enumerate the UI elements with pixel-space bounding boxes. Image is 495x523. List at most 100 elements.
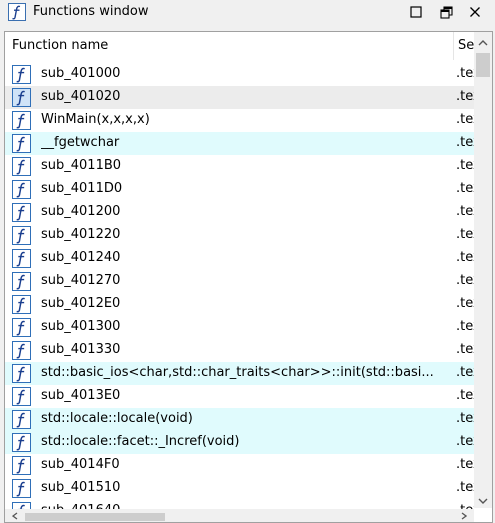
function-segment: .text — [456, 204, 474, 219]
function-segment: .text — [456, 181, 474, 196]
function-icon — [12, 65, 31, 84]
function-name: sub_401510 — [41, 480, 121, 495]
list-header: Function name Segment — [5, 32, 474, 60]
list-item[interactable]: sub_401200 .text — [5, 201, 474, 224]
column-header-segment[interactable]: Segment — [458, 38, 474, 53]
function-name: sub_401200 — [41, 204, 121, 219]
maximize-icon — [410, 6, 422, 18]
function-segment: .text — [456, 89, 474, 104]
function-name: std::locale::facet::_Incref(void) — [41, 434, 240, 449]
column-header-function-name[interactable]: Function name — [12, 38, 108, 53]
function-name: sub_401330 — [41, 342, 121, 357]
function-icon — [12, 111, 31, 130]
function-icon — [12, 249, 31, 268]
chevron-down-icon — [478, 498, 488, 504]
function-name: std::locale::locale(void) — [41, 411, 193, 426]
list-item[interactable]: std::locale::facet::_Incref(void) .text — [5, 431, 474, 454]
function-icon — [12, 226, 31, 245]
function-name: sub_401000 — [41, 66, 121, 81]
function-name: std::basic_ios<char,std::char_traits<cha… — [41, 365, 434, 380]
function-icon — [12, 479, 31, 498]
function-icon — [8, 3, 26, 21]
function-segment: .text — [456, 388, 474, 403]
function-name: sub_401240 — [41, 250, 121, 265]
list-item[interactable]: sub_401510 .text — [5, 477, 474, 500]
function-name: sub_401300 — [41, 319, 121, 334]
restore-button[interactable] — [433, 1, 459, 23]
function-segment: .text — [456, 227, 474, 242]
function-icon — [12, 341, 31, 360]
function-icon — [12, 433, 31, 452]
function-name: sub_401270 — [41, 273, 121, 288]
function-icon — [12, 318, 31, 337]
function-segment: .text — [456, 434, 474, 449]
close-icon — [470, 7, 480, 17]
list-item[interactable]: sub_401020 .text — [5, 86, 474, 109]
function-icon — [12, 180, 31, 199]
horizontal-scrollbar[interactable] — [5, 509, 474, 522]
list-item[interactable]: __fgetwchar .text — [5, 132, 474, 155]
list-item[interactable]: sub_401000 .text — [5, 63, 474, 86]
list-item[interactable]: sub_401240 .text — [5, 247, 474, 270]
function-segment: .text — [456, 250, 474, 265]
column-divider[interactable] — [453, 32, 454, 60]
list-item[interactable]: sub_401300 .text — [5, 316, 474, 339]
function-icon — [12, 364, 31, 383]
chevron-left-icon — [12, 512, 18, 520]
function-segment: .text — [456, 457, 474, 472]
scroll-down-button[interactable] — [474, 492, 492, 510]
function-segment: .text — [456, 319, 474, 334]
function-segment: .text — [456, 158, 474, 173]
function-name: sub_4014F0 — [41, 457, 120, 472]
function-segment: .text — [456, 66, 474, 81]
function-name: sub_4013E0 — [41, 388, 121, 403]
list-item[interactable]: sub_4011B0 .text — [5, 155, 474, 178]
title-bar: Functions window — [0, 0, 495, 25]
window-title: Functions window — [33, 4, 149, 19]
list-item[interactable]: sub_4011D0 .text — [5, 178, 474, 201]
function-icon — [12, 295, 31, 314]
function-icon — [12, 134, 31, 153]
scroll-up-button[interactable] — [474, 34, 492, 52]
scroll-left-button[interactable] — [7, 509, 23, 522]
restore-icon — [439, 5, 453, 19]
list-item[interactable]: std::basic_ios<char,std::char_traits<cha… — [5, 362, 474, 385]
function-segment: .text — [456, 112, 474, 127]
list-item[interactable]: sub_4012E0 .text — [5, 293, 474, 316]
list-item[interactable]: sub_401220 .text — [5, 224, 474, 247]
function-segment: .text — [456, 480, 474, 495]
list-item[interactable]: WinMain(x,x,x,x) .text — [5, 109, 474, 132]
function-segment: .text — [456, 411, 474, 426]
vertical-scrollbar[interactable] — [474, 32, 492, 508]
chevron-right-icon — [461, 512, 467, 520]
list-item[interactable]: sub_4014F0 .text — [5, 454, 474, 477]
function-segment: .text — [456, 296, 474, 311]
function-icon — [12, 410, 31, 429]
function-segment: .text — [456, 273, 474, 288]
function-name: WinMain(x,x,x,x) — [41, 112, 150, 127]
function-segment: .text — [456, 365, 474, 380]
function-icon — [12, 272, 31, 291]
vertical-scroll-thumb[interactable] — [476, 53, 490, 77]
list-item[interactable]: std::locale::locale(void) .text — [5, 408, 474, 431]
horizontal-scroll-thumb[interactable] — [25, 513, 165, 521]
function-segment: .text — [456, 135, 474, 150]
chevron-up-icon — [478, 40, 488, 46]
function-icon — [12, 88, 31, 107]
function-name: sub_4011B0 — [41, 158, 122, 173]
function-name: __fgetwchar — [41, 135, 120, 150]
function-icon — [12, 157, 31, 176]
functions-list-panel: Function name Segment sub_401000.textsub… — [4, 31, 493, 523]
function-name: sub_401020 — [41, 89, 121, 104]
list-item[interactable]: sub_4013E0 .text — [5, 385, 474, 408]
close-button[interactable] — [462, 1, 488, 23]
function-name: sub_4011D0 — [41, 181, 123, 196]
function-name: sub_401220 — [41, 227, 121, 242]
function-icon — [12, 203, 31, 222]
function-name: sub_4012E0 — [41, 296, 121, 311]
list-item[interactable]: sub_401330 .text — [5, 339, 474, 362]
maximize-button[interactable] — [403, 1, 429, 23]
list-item[interactable]: sub_401270 .text — [5, 270, 474, 293]
function-icon — [12, 387, 31, 406]
scroll-right-button[interactable] — [456, 509, 472, 522]
